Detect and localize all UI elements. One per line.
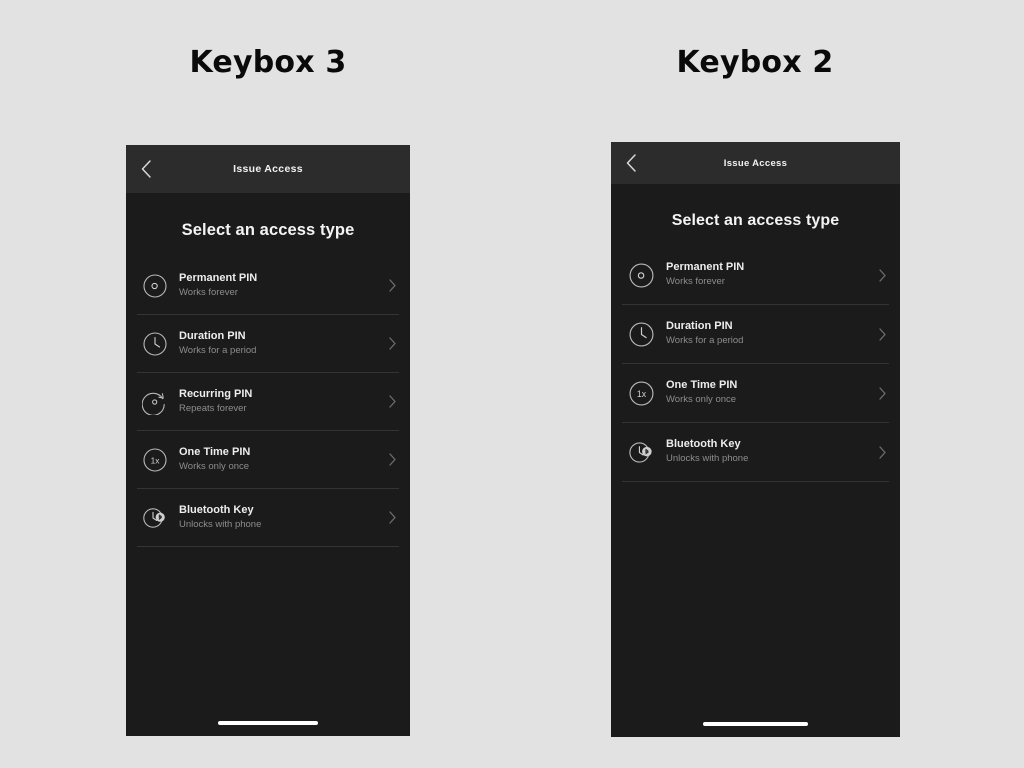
navbar-keybox-2: Issue Access — [611, 142, 900, 184]
access-type-text: Duration PIN Works for a period — [666, 320, 871, 347]
access-type-title: Bluetooth Key — [666, 438, 741, 451]
chevron-left-icon — [140, 159, 153, 179]
navbar-keybox-3: Issue Access — [126, 145, 410, 193]
home-indicator-area — [611, 711, 900, 737]
navbar-title: Issue Access — [233, 163, 303, 175]
page-title: Select an access type — [671, 212, 840, 229]
access-type-subtitle: Works only once — [666, 394, 737, 406]
access-type-row-permanent-pin[interactable]: Permanent PIN Works forever — [137, 257, 399, 315]
one-times-circle-icon: 1x — [137, 445, 173, 475]
access-type-text: One Time PIN Works only once — [179, 446, 381, 473]
access-type-text: One Time PIN Works only once — [666, 379, 871, 406]
chevron-right-icon[interactable] — [871, 268, 889, 283]
chevron-right-icon[interactable] — [381, 452, 399, 467]
access-type-subtitle: Works for a period — [666, 335, 744, 347]
access-type-row-bluetooth-key[interactable]: Bluetooth Key Unlocks with phone — [622, 423, 889, 482]
navbar-title: Issue Access — [723, 157, 788, 169]
screen-body-keybox-2: Select an access type Permanent PIN Work… — [611, 184, 900, 711]
access-type-subtitle: Works for a period — [179, 344, 257, 356]
access-type-text: Duration PIN Works for a period — [179, 330, 381, 357]
access-type-subtitle: Unlocks with phone — [666, 453, 749, 465]
access-type-list-keybox-3: Permanent PIN Works forever Duration PIN… — [126, 257, 410, 547]
svg-text:1x: 1x — [151, 455, 161, 465]
access-type-row-recurring-pin[interactable]: Recurring PIN Repeats forever — [137, 373, 399, 431]
back-button[interactable] — [135, 158, 157, 180]
access-type-text: Permanent PIN Works forever — [666, 261, 871, 288]
screen-body-keybox-3: Select an access type Permanent PIN Work… — [126, 193, 410, 710]
screenshot-canvas: Keybox 3 Issue Access Select an access t… — [0, 0, 1024, 768]
access-type-title: Duration PIN — [666, 320, 733, 333]
access-type-text: Bluetooth Key Unlocks with phone — [179, 504, 381, 531]
access-type-title: Permanent PIN — [179, 271, 258, 284]
access-type-row-bluetooth-key[interactable]: Bluetooth Key Unlocks with phone — [137, 489, 399, 547]
svg-text:1x: 1x — [636, 389, 646, 399]
recurring-loop-icon — [137, 387, 173, 417]
access-type-row-permanent-pin[interactable]: Permanent PIN Works forever — [622, 246, 889, 305]
chevron-right-icon[interactable] — [871, 327, 889, 342]
access-type-row-one-time-pin[interactable]: 1x One Time PIN Works only once — [137, 431, 399, 489]
chevron-right-icon[interactable] — [871, 386, 889, 401]
chevron-right-icon[interactable] — [871, 445, 889, 460]
phone-mockup-keybox-2: Issue Access Select an access type Perma… — [611, 142, 900, 737]
access-type-subtitle: Unlocks with phone — [179, 518, 262, 530]
column-title-keybox-3: Keybox 3 — [189, 45, 347, 80]
access-type-subtitle: Works forever — [666, 276, 725, 288]
home-indicator[interactable] — [703, 722, 808, 726]
access-type-title: Recurring PIN — [179, 387, 253, 400]
access-type-subtitle: Repeats forever — [179, 402, 247, 414]
access-type-subtitle: Works forever — [179, 286, 238, 298]
access-type-title: One Time PIN — [179, 445, 251, 458]
back-button[interactable] — [620, 152, 642, 174]
access-type-list-keybox-2: Permanent PIN Works forever Duration PIN… — [611, 246, 900, 482]
access-type-text: Recurring PIN Repeats forever — [179, 388, 381, 415]
access-type-text: Bluetooth Key Unlocks with phone — [666, 438, 871, 465]
access-type-row-duration-pin[interactable]: Duration PIN Works for a period — [137, 315, 399, 373]
chevron-right-icon[interactable] — [381, 278, 399, 293]
access-type-title: One Time PIN — [666, 379, 738, 392]
chevron-right-icon[interactable] — [381, 336, 399, 351]
chevron-left-icon — [625, 153, 638, 173]
chevron-right-icon[interactable] — [381, 510, 399, 525]
chevron-right-icon[interactable] — [381, 394, 399, 409]
access-type-subtitle: Works only once — [179, 460, 250, 472]
infinity-circle-icon — [622, 259, 660, 291]
infinity-circle-icon — [137, 271, 173, 301]
access-type-text: Permanent PIN Works forever — [179, 272, 381, 299]
phone-mockup-keybox-3: Issue Access Select an access type Perma… — [126, 145, 410, 736]
access-type-title: Bluetooth Key — [179, 503, 254, 516]
bluetooth-clock-icon — [622, 436, 660, 468]
clock-circle-icon — [137, 329, 173, 359]
access-type-row-one-time-pin[interactable]: 1x One Time PIN Works only once — [622, 364, 889, 423]
access-type-title: Permanent PIN — [666, 261, 745, 274]
clock-circle-icon — [622, 318, 660, 350]
column-title-keybox-2: Keybox 2 — [676, 45, 834, 80]
home-indicator[interactable] — [218, 721, 318, 725]
access-type-title: Duration PIN — [179, 329, 246, 342]
home-indicator-area — [126, 710, 410, 736]
bluetooth-clock-icon — [137, 503, 173, 533]
one-times-circle-icon: 1x — [622, 377, 660, 409]
page-title: Select an access type — [181, 221, 355, 239]
access-type-row-duration-pin[interactable]: Duration PIN Works for a period — [622, 305, 889, 364]
